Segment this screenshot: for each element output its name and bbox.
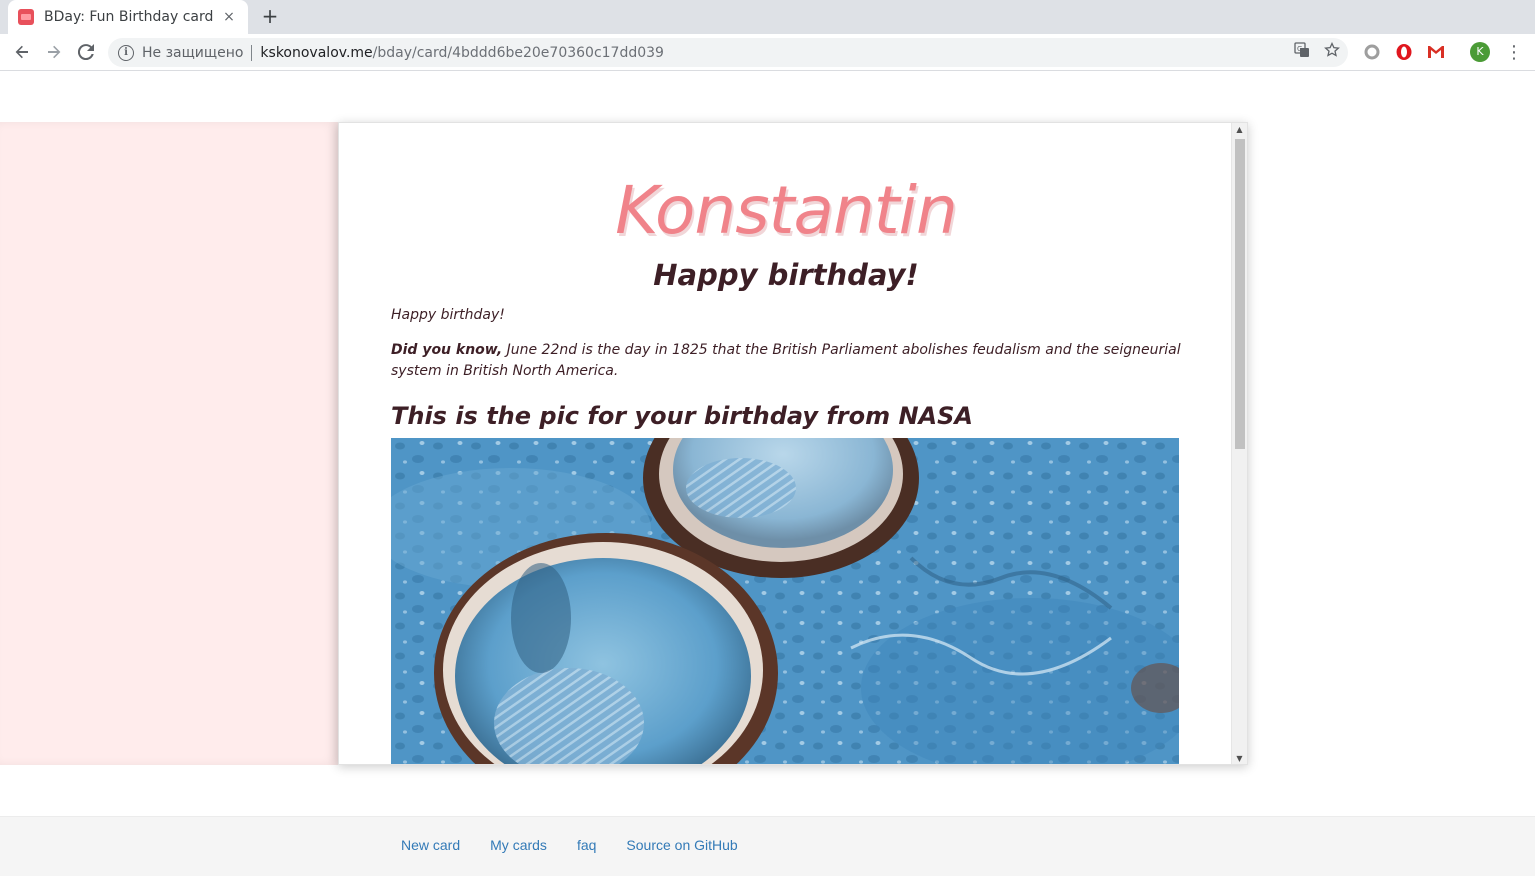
address-bar[interactable]: i Не защищено kskonovalov.me/bday/card/4… — [108, 38, 1348, 67]
recipient-name: Konstantin — [615, 172, 958, 249]
translate-icon[interactable]: G — [1294, 42, 1310, 62]
gmail-extension-icon[interactable] — [1426, 42, 1446, 62]
security-status: Не защищено — [142, 44, 244, 61]
my-cards-link[interactable]: My cards — [490, 837, 547, 853]
browser-tab-active[interactable]: BDay: Fun Birthday card × — [8, 0, 248, 34]
profile-initial: K — [1470, 42, 1490, 62]
forward-arrow-icon[interactable] — [42, 40, 66, 64]
site-info-icon[interactable]: i — [118, 44, 134, 61]
browser-menu-icon[interactable]: ⋮ — [1504, 42, 1524, 63]
site-footer: New card My cards faq Source on GitHub — [0, 816, 1535, 876]
tab-strip: BDay: Fun Birthday card × + — [0, 0, 1535, 34]
opera-extension-icon[interactable] — [1394, 42, 1414, 62]
tab-title: BDay: Fun Birthday card — [44, 9, 214, 25]
card-left-page — [0, 122, 338, 765]
scroll-down-arrow-icon[interactable]: ▼ — [1232, 752, 1247, 764]
reload-icon[interactable] — [74, 40, 98, 64]
github-source-link[interactable]: Source on GitHub — [626, 837, 737, 853]
svg-text:G: G — [1297, 45, 1302, 53]
scroll-thumb[interactable] — [1235, 139, 1245, 449]
card-subtitle: Happy birthday! — [653, 258, 919, 292]
nasa-pic-heading: This is the pic for your birthday from N… — [391, 402, 973, 430]
card-scrollbar[interactable]: ▲ ▼ — [1231, 123, 1247, 764]
extension-circle-icon[interactable] — [1362, 42, 1382, 62]
fun-fact-text: June 22nd is the day in 1825 that the Br… — [391, 342, 1181, 379]
back-arrow-icon[interactable] — [10, 40, 34, 64]
fun-fact-lead: Did you know, — [391, 342, 503, 358]
nasa-photo — [391, 438, 1179, 764]
fun-fact: Did you know, June 22nd is the day in 18… — [391, 340, 1181, 382]
browser-toolbar: i Не защищено kskonovalov.me/bday/card/4… — [0, 34, 1535, 71]
footer-nav: New card My cards faq Source on GitHub — [401, 837, 738, 853]
card-right-page: Konstantin Happy birthday! Happy birthda… — [338, 122, 1248, 765]
site-favicon-icon — [18, 9, 34, 25]
omnibox-divider — [251, 44, 253, 61]
url-host: kskonovalov.me — [260, 44, 373, 61]
faq-link[interactable]: faq — [577, 837, 596, 853]
page-content: Konstantin Happy birthday! Happy birthda… — [0, 72, 1535, 876]
scroll-up-arrow-icon[interactable]: ▲ — [1232, 123, 1247, 137]
profile-avatar[interactable]: K — [1470, 42, 1490, 62]
new-tab-button[interactable]: + — [258, 4, 282, 28]
tab-close-icon[interactable]: × — [220, 9, 238, 25]
card-content: Konstantin Happy birthday! Happy birthda… — [391, 123, 1181, 764]
omnibox-actions: G — [1294, 41, 1340, 62]
url-path: /bday/card/4bddd6be20e70360c17dd039 — [372, 44, 664, 61]
new-card-link[interactable]: New card — [401, 837, 460, 853]
greeting-text: Happy birthday! — [391, 307, 505, 323]
bookmark-star-icon[interactable] — [1324, 41, 1340, 62]
